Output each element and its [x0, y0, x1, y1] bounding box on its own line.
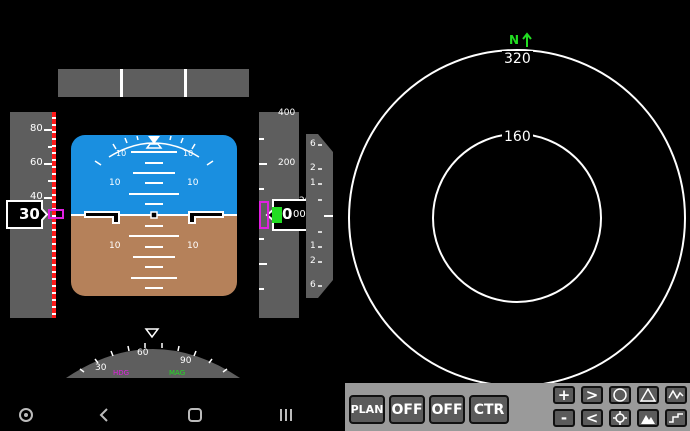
next-button[interactable]: > [581, 386, 603, 404]
profile-icon [669, 413, 683, 423]
settings-icon [19, 408, 33, 422]
altitude-trend-bar [272, 207, 282, 223]
route-icon [668, 389, 684, 400]
heading-label: 30 [95, 363, 107, 373]
vs-label: 6 [310, 139, 316, 149]
prev-button[interactable]: < [581, 409, 603, 427]
flight-mode-annunciator [58, 69, 249, 97]
mag-label: MAG [169, 369, 186, 377]
vor-circle-button[interactable] [609, 386, 631, 404]
mode-button-plan[interactable]: PLAN [349, 395, 385, 424]
heading-label: 60 [137, 348, 149, 358]
airport-button[interactable] [609, 409, 631, 427]
terrain-icon [641, 415, 655, 424]
mode-button-off[interactable]: OFF [389, 395, 425, 424]
current-speed: 30 [19, 205, 40, 223]
altitude-label: 200 [278, 158, 296, 168]
back-icon [99, 408, 108, 422]
heading-label: 90 [180, 356, 192, 366]
pitch-label: 10 [187, 178, 199, 188]
android-home-button[interactable] [185, 405, 205, 425]
triangle-icon [640, 388, 656, 402]
attitude-indicator: 10 10 10 10 10 10 [71, 135, 237, 296]
svg-text:10: 10 [183, 149, 193, 158]
pitch-label: 10 [109, 241, 121, 251]
heading-rose: 30 60 90 HDG MAG [66, 326, 240, 378]
route-button[interactable] [665, 386, 687, 404]
home-icon [188, 408, 202, 422]
hdg-label: HDG [113, 369, 130, 377]
navigation-display: N 320 160 [345, 30, 690, 385]
speed-label: 80 [30, 123, 43, 134]
svg-text:10: 10 [116, 149, 126, 158]
circle-icon [613, 388, 627, 402]
zoom-out-button[interactable]: - [553, 409, 575, 427]
mode-button-ctr[interactable]: CTR [469, 395, 509, 424]
outer-range-label: 320 [502, 51, 533, 67]
zoom-in-button[interactable]: + [553, 386, 575, 404]
altitude-big-digit: 0 [282, 205, 293, 223]
fma-divider [120, 69, 123, 97]
vs-label: 1 [310, 178, 316, 188]
vs-label: 6 [310, 280, 316, 290]
waypoint-triangle-button[interactable] [637, 386, 659, 404]
terrain-button[interactable] [637, 409, 659, 427]
android-settings-button[interactable] [16, 405, 36, 425]
vertical-profile-button[interactable] [665, 409, 687, 427]
pitch-label: 10 [109, 178, 121, 188]
speed-label: 60 [30, 157, 43, 168]
speed-bug [48, 209, 64, 219]
vs-label: 1 [310, 241, 316, 251]
altitude-bug [259, 201, 269, 229]
fma-divider [184, 69, 187, 97]
android-back-button[interactable] [94, 405, 114, 425]
android-recents-button[interactable] [276, 405, 296, 425]
pitch-label: 10 [187, 241, 199, 251]
mode-button-off[interactable]: OFF [429, 395, 465, 424]
speed-readout: 30 [6, 200, 48, 229]
vs-label: 2 [310, 256, 316, 266]
vs-label: 2 [310, 163, 316, 173]
altitude-label: 400 [278, 108, 296, 118]
recents-icon [280, 409, 292, 421]
vertical-speed-indicator: 6 2 1 1 2 6 [306, 134, 333, 298]
north-label: N [509, 33, 520, 47]
inner-range-label: 160 [502, 129, 533, 145]
airport-icon [613, 411, 627, 425]
